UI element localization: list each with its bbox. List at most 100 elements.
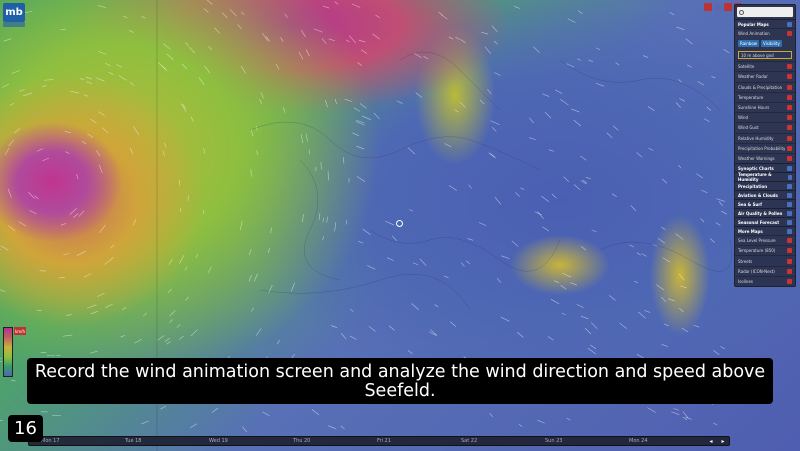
- wind-streak: [82, 140, 87, 145]
- fullscreen-icon[interactable]: [724, 3, 732, 11]
- favorite-icon[interactable]: [787, 258, 792, 264]
- wind-streak: [0, 245, 9, 251]
- wind-streak: [355, 121, 365, 126]
- timeline-day[interactable]: Wed 19: [209, 438, 228, 444]
- favorite-icon[interactable]: [787, 268, 792, 274]
- menu-section-5[interactable]: Sea & Surf: [735, 199, 795, 208]
- menu-item[interactable]: Temperature (850): [735, 245, 795, 255]
- search-input[interactable]: [737, 7, 793, 17]
- timeline-day[interactable]: Mon 24: [629, 438, 648, 444]
- wind-streak: [134, 338, 142, 344]
- favorite-icon[interactable]: [787, 105, 792, 111]
- menu-item[interactable]: Clouds & Precipitation: [735, 81, 795, 92]
- menu-item[interactable]: Sea Level Pressure: [735, 235, 795, 245]
- wind-streak: [275, 63, 280, 70]
- wind-streak: [322, 5, 330, 9]
- favorite-icon[interactable]: [787, 248, 792, 254]
- menu-item[interactable]: Isolines: [735, 275, 795, 286]
- wind-streak: [407, 147, 416, 155]
- wind-streak: [560, 99, 569, 106]
- settings-icon[interactable]: [714, 3, 722, 11]
- wind-streak: [0, 419, 3, 422]
- location-marker[interactable]: [396, 220, 403, 227]
- favorite-icon[interactable]: [787, 278, 792, 284]
- wind-streak: [83, 273, 92, 278]
- wind-streak: [4, 148, 10, 155]
- timeline-bar[interactable]: Mon 17 Tue 18 Wed 19 Thu 20 Fri 21 Sat 22 Sun …: [28, 436, 730, 446]
- menu-section-6[interactable]: Air Quality & Pollen: [735, 208, 795, 217]
- wind-streak: [662, 178, 668, 184]
- timeline-day[interactable]: Fri 21: [377, 438, 391, 444]
- wind-streak: [589, 344, 597, 350]
- favorite-icon[interactable]: [787, 238, 792, 244]
- wind-streak: [368, 325, 376, 332]
- favorite-icon[interactable]: [787, 115, 792, 121]
- menu-section-8[interactable]: More Maps: [735, 226, 795, 235]
- wind-option-visibility[interactable]: Visibility: [761, 40, 782, 48]
- meteoblue-logo[interactable]: mb: [3, 3, 25, 22]
- wind-streak: [102, 127, 109, 134]
- menu-item[interactable]: Streets: [735, 255, 795, 265]
- favorite-icon[interactable]: [787, 94, 792, 100]
- wind-option-style[interactable]: Rainbow: [738, 40, 760, 48]
- favorite-icon[interactable]: [787, 64, 792, 70]
- wind-streak: [22, 92, 32, 97]
- menu-section-title: Popular Maps: [738, 21, 769, 27]
- wind-streak: [612, 125, 619, 131]
- favorite-icon[interactable]: [787, 135, 792, 141]
- wind-streak: [576, 304, 584, 308]
- logo-subtitle: [3, 22, 25, 27]
- wind-level-select[interactable]: 10 m above gnd: [738, 51, 792, 60]
- menu-item[interactable]: Relative Humidity: [735, 132, 795, 143]
- prev-day-button[interactable]: ◂: [707, 438, 715, 445]
- menu-item[interactable]: Wind Gust: [735, 122, 795, 132]
- menu-section-1[interactable]: Synoptic Charts: [735, 163, 795, 172]
- timeline-day[interactable]: Tue 18: [125, 438, 142, 444]
- wind-streak: [176, 324, 181, 328]
- wind-streak: [657, 238, 666, 244]
- timeline-day[interactable]: Sun 23: [545, 438, 562, 444]
- menu-item[interactable]: Weather Warnings: [735, 152, 795, 163]
- wind-streak: [713, 349, 720, 355]
- favorite-icon[interactable]: [787, 84, 792, 90]
- wind-streak: [87, 133, 94, 138]
- favorite-icon[interactable]: [787, 145, 792, 151]
- wind-streak: [305, 133, 308, 142]
- menu-item[interactable]: Weather Radar: [735, 71, 795, 81]
- menu-section-title: Precipitation: [738, 183, 768, 189]
- menu-item[interactable]: Wind Animation: [735, 28, 795, 38]
- wind-streak: [459, 101, 466, 108]
- wind-streak: [709, 238, 716, 243]
- wind-streak: [129, 147, 134, 155]
- wind-streak: [141, 420, 149, 425]
- menu-section-0[interactable]: Popular Maps: [735, 19, 795, 28]
- wind-streak: [79, 78, 85, 81]
- menu-section-3[interactable]: Precipitation: [735, 181, 795, 190]
- menu-item[interactable]: Sunshine Hours: [735, 101, 795, 112]
- menu-item[interactable]: Temperature: [735, 91, 795, 102]
- menu-section-2[interactable]: Temperature & Humidity: [735, 172, 795, 182]
- menu-item[interactable]: Satellite: [735, 61, 795, 71]
- wind-streak: [580, 155, 587, 161]
- wind-streak: [28, 191, 35, 199]
- favorite-icon[interactable]: [787, 31, 792, 37]
- favorite-icon[interactable]: [787, 74, 792, 80]
- menu-section-7[interactable]: Seasonal Forecast: [735, 217, 795, 226]
- favorite-icon[interactable]: [787, 125, 792, 131]
- menu-section-4[interactable]: Aviation & Clouds: [735, 190, 795, 199]
- wind-streak: [123, 15, 128, 19]
- menu-item[interactable]: Precipitation Probability: [735, 142, 795, 153]
- timeline-day[interactable]: Mon 17: [41, 438, 60, 444]
- wind-streak: [357, 240, 364, 244]
- favorite-icon[interactable]: [787, 155, 792, 161]
- next-day-button[interactable]: ▸: [719, 438, 727, 445]
- share-icon[interactable]: [704, 3, 712, 11]
- timeline-day[interactable]: Sat 22: [461, 438, 477, 444]
- timeline-day[interactable]: Thu 20: [293, 438, 310, 444]
- wind-streak: [489, 412, 494, 418]
- wind-streak: [656, 284, 665, 291]
- menu-item[interactable]: Radar (ICON-Nest): [735, 265, 795, 276]
- wind-streak: [262, 33, 268, 41]
- menu-item[interactable]: Wind: [735, 112, 795, 122]
- legend-unit-toggle[interactable]: km/h: [14, 327, 26, 335]
